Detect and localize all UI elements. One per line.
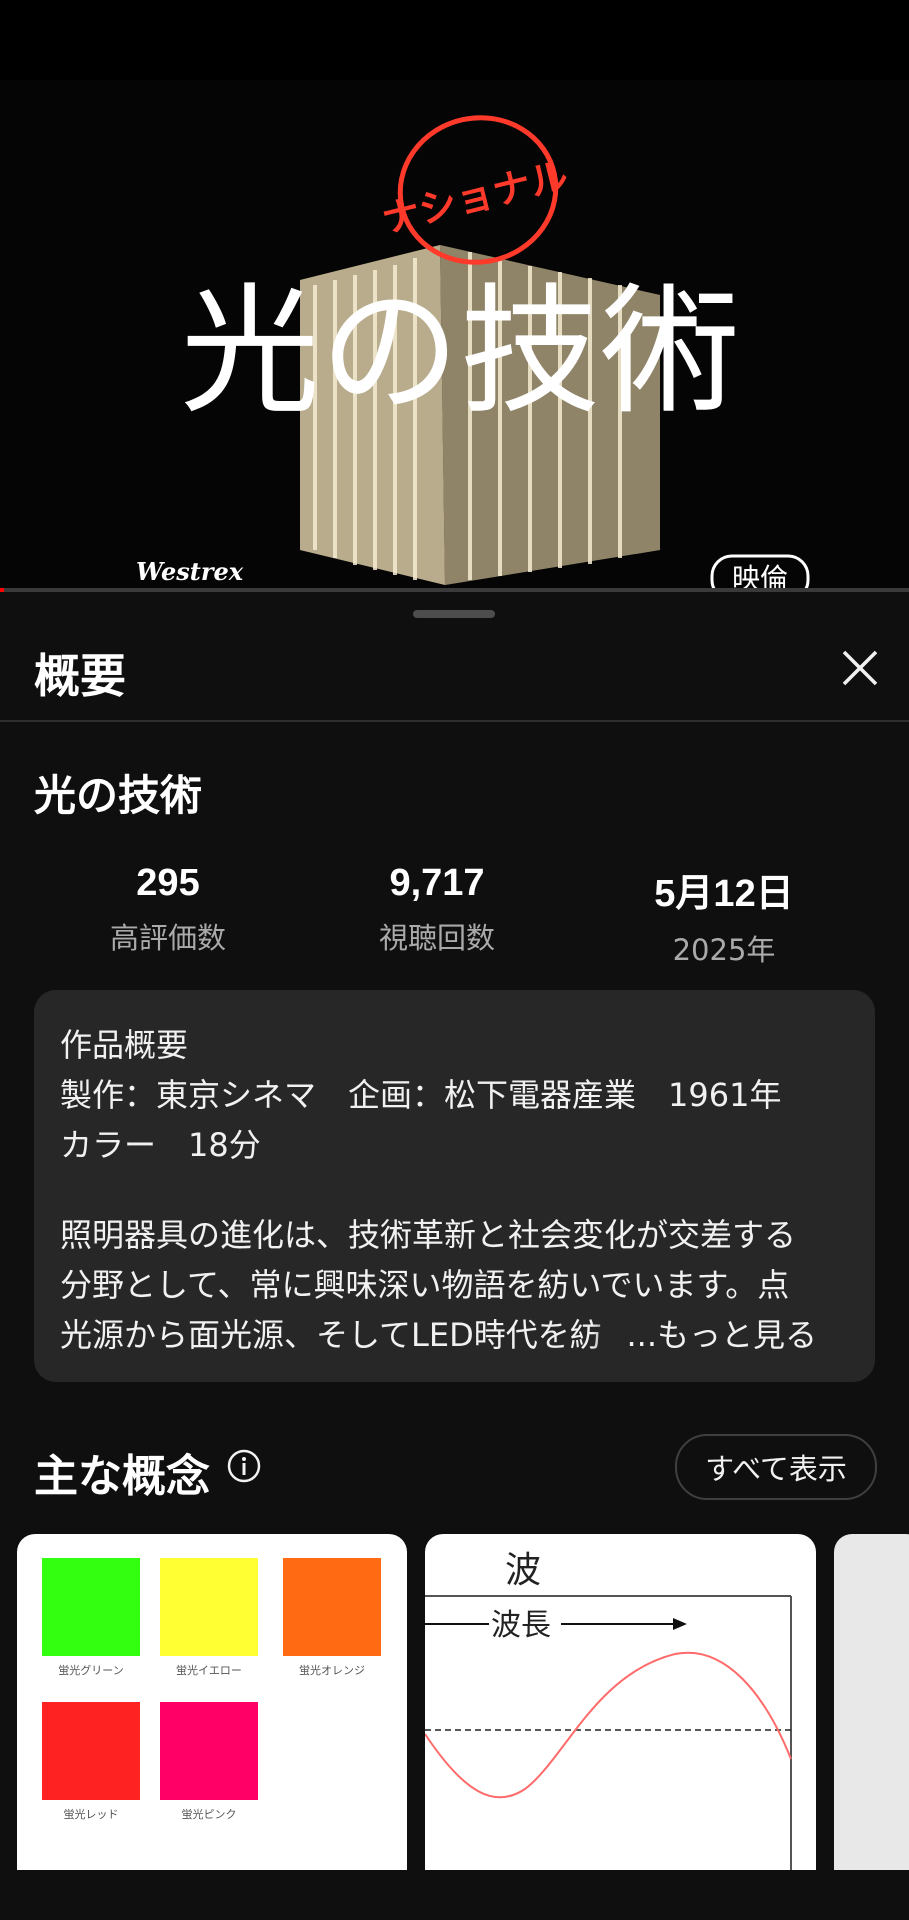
stat-likes: 295 高評価数 — [58, 862, 278, 957]
show-more-link[interactable]: ...もっと見る — [592, 1310, 817, 1356]
show-all-button[interactable]: すべて表示 — [675, 1434, 877, 1500]
video-title: 光の技術 — [34, 771, 203, 820]
video-player[interactable]: ナショナル 光の技術 Westrex 映倫 — [0, 80, 909, 592]
stat-likes-value: 295 — [136, 862, 200, 904]
concept-card-wave[interactable]: 波 波長 — [425, 1534, 816, 1870]
concept-card-colors[interactable]: 蛍光グリーン 蛍光イエロー 蛍光オレンジ 蛍光レッド 蛍光ピンク — [17, 1534, 407, 1870]
video-frame: ナショナル 光の技術 Westrex 映倫 — [0, 80, 909, 592]
description-sheet: 概要 光の技術 295 高評価数 9,717 視聴回数 5月12日 2025年 … — [0, 592, 909, 1920]
sheet-title: 概要 — [34, 649, 126, 703]
swatch-label: 蛍光ピンク — [181, 1808, 237, 1821]
swatch-label: 蛍光イエロー — [176, 1664, 242, 1677]
description-line: 分野として、常に興味深い物語を紡いでいます。点 — [60, 1266, 790, 1304]
stat-likes-label: 高評価数 — [109, 921, 226, 955]
stat-views-value: 9,717 — [389, 862, 485, 904]
swatch-label: 蛍光オレンジ — [299, 1664, 365, 1677]
close-button[interactable] — [836, 644, 884, 692]
stat-date: 5月12日 2025年 — [614, 862, 834, 969]
swatch-green — [42, 1558, 140, 1656]
info-icon — [227, 1449, 261, 1483]
wavelength-label: 波長 — [491, 1608, 551, 1643]
swatch-label: 蛍光グリーン — [58, 1664, 124, 1677]
wave-heading: 波 — [505, 1550, 541, 1591]
swatch-pink — [160, 1702, 258, 1800]
description-line: 作品概要 — [60, 1026, 189, 1064]
stat-date-value: 5月12日 — [654, 873, 794, 915]
stat-date-year: 2025年 — [672, 933, 776, 967]
close-icon — [842, 650, 878, 686]
stat-views-label: 視聴回数 — [378, 921, 495, 955]
description-line: カラー 18分 — [60, 1126, 261, 1164]
video-progress-fill — [0, 588, 4, 592]
concepts-title: 主な概念 — [34, 1451, 210, 1502]
wave-diagram: 波 波長 — [425, 1550, 792, 1870]
info-button[interactable] — [226, 1448, 262, 1484]
header-divider — [0, 720, 909, 722]
description-line: 光源から面光源、そしてLED時代を紡 — [60, 1316, 602, 1354]
description-line: 照明器具の進化は、技術革新と社会変化が交差する — [60, 1216, 797, 1254]
video-title-overlay: 光の技術 — [180, 271, 740, 434]
swatch-orange — [283, 1558, 381, 1656]
concept-card-partial[interactable] — [834, 1534, 909, 1870]
description-line: 製作：東京シネマ 企画：松下電器産業 1961年 — [60, 1076, 782, 1114]
stat-views: 9,717 視聴回数 — [327, 862, 547, 957]
swatch-label: 蛍光レッド — [63, 1808, 119, 1821]
credit-westrex: Westrex — [136, 557, 244, 586]
drag-handle[interactable] — [413, 610, 495, 618]
swatch-yellow — [160, 1558, 258, 1656]
swatch-red — [42, 1702, 140, 1800]
description-box[interactable]: 作品概要 製作：東京シネマ 企画：松下電器産業 1961年 カラー 18分 照明… — [34, 990, 875, 1382]
status-bar-area — [0, 0, 909, 80]
